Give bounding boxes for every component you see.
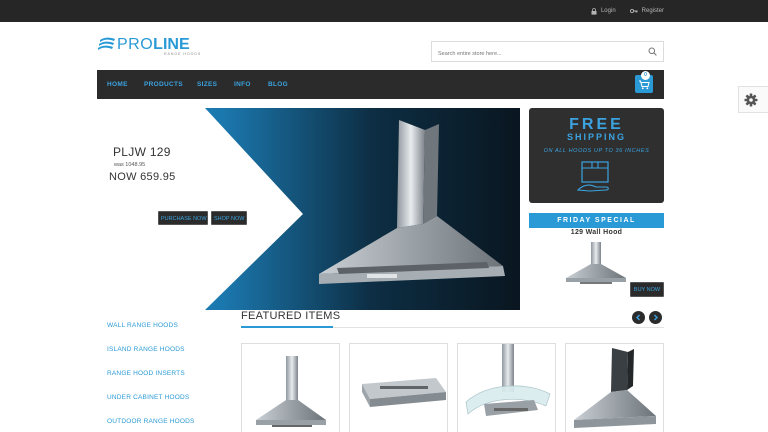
wall-hood-image [256,356,326,427]
category-outdoor-range-hoods[interactable]: OUTDOOR RANGE HOODS [107,418,195,425]
glass-hood-image [465,344,551,416]
nav-item-info[interactable]: INFO [234,70,251,99]
category-range-hood-inserts[interactable]: RANGE HOOD INSERTS [107,370,185,377]
shop-now-button[interactable]: SHOP NOW [211,211,247,225]
free-shipping-banner[interactable]: FREE SHIPPING ON ALL HOODS UP TO 36 INCH… [529,108,664,203]
login-label: Login [600,8,616,14]
chimney-hood-image [319,120,505,284]
category-wall-range-hoods[interactable]: WALL RANGE HOODS [107,322,178,329]
search-input[interactable] [432,44,632,64]
register-label: Register [641,8,664,14]
nav-item-blog[interactable]: BLOG [268,70,288,99]
friday-special-header: FRIDAY SPECIAL [529,213,664,228]
lock-icon [591,7,597,15]
buy-now-button[interactable]: BUY NOW [630,282,664,297]
category-island-range-hoods[interactable]: ISLAND RANGE HOODS [107,346,185,353]
shipping-subtitle: ON ALL HOODS UP TO 36 INCHES [543,148,650,154]
featured-next-button[interactable] [649,311,662,324]
shipping-heading: SHIPPING [566,132,626,142]
nav-item-products[interactable]: PRODUCTS [144,70,183,99]
logo-tagline: RANGE HOODS [164,52,202,56]
search-icon[interactable] [648,47,657,56]
hero-banner[interactable]: PLJW 129 was 1048.95 NOW 659.95 PURCHASE… [97,108,520,310]
featured-items-title: FEATURED ITEMS [241,310,341,322]
gear-icon [744,93,758,107]
search-box [431,41,664,64]
banner-now-price: NOW 659.95 [109,171,176,183]
friday-special-product[interactable]: 129 Wall Hood [529,229,664,236]
featured-prev-button[interactable] [632,311,645,324]
friday-hood-image[interactable] [560,240,632,290]
login-link[interactable]: Login [591,7,616,15]
chevron-left-icon [636,314,640,321]
category-under-cabinet-hoods[interactable]: UNDER CABINET HOODS [107,394,189,401]
proline-logo[interactable]: PRO LINE RANGE HOODS [98,37,214,57]
cart-count-badge: 0 [641,71,650,80]
featured-card-wall-hood[interactable] [241,343,340,432]
cart-button[interactable]: 0 [635,71,653,93]
purchase-now-button[interactable]: PURCHASE NOW [158,211,208,225]
nav-item-sizes[interactable]: SIZES [197,70,217,99]
featured-underline [241,326,333,328]
featured-card-glass-hood[interactable] [457,343,556,432]
under-cabinet-hood-image [362,378,446,407]
logo-pro-text: PRO [117,36,154,53]
shipping-box-icon [576,161,609,192]
logo-line-text: LINE [153,36,190,53]
banner-model: PLJW 129 [113,145,171,159]
logo-mark-icon [98,37,115,50]
key-icon [629,8,638,14]
settings-tab[interactable] [738,86,768,113]
top-bar: Login Register [0,0,768,22]
register-link[interactable]: Register [629,8,664,14]
chimney-hood-thumb-image [574,348,656,428]
featured-card-under-cabinet-hood[interactable] [349,343,448,432]
banner-was-price: was 1048.95 [114,162,146,168]
main-nav: HOME PRODUCTS SIZES INFO BLOG 0 [97,70,664,99]
chevron-right-icon [654,314,658,321]
featured-card-chimney-hood[interactable] [565,343,664,432]
nav-item-home[interactable]: HOME [107,70,128,99]
account-links: Login Register [591,0,664,22]
